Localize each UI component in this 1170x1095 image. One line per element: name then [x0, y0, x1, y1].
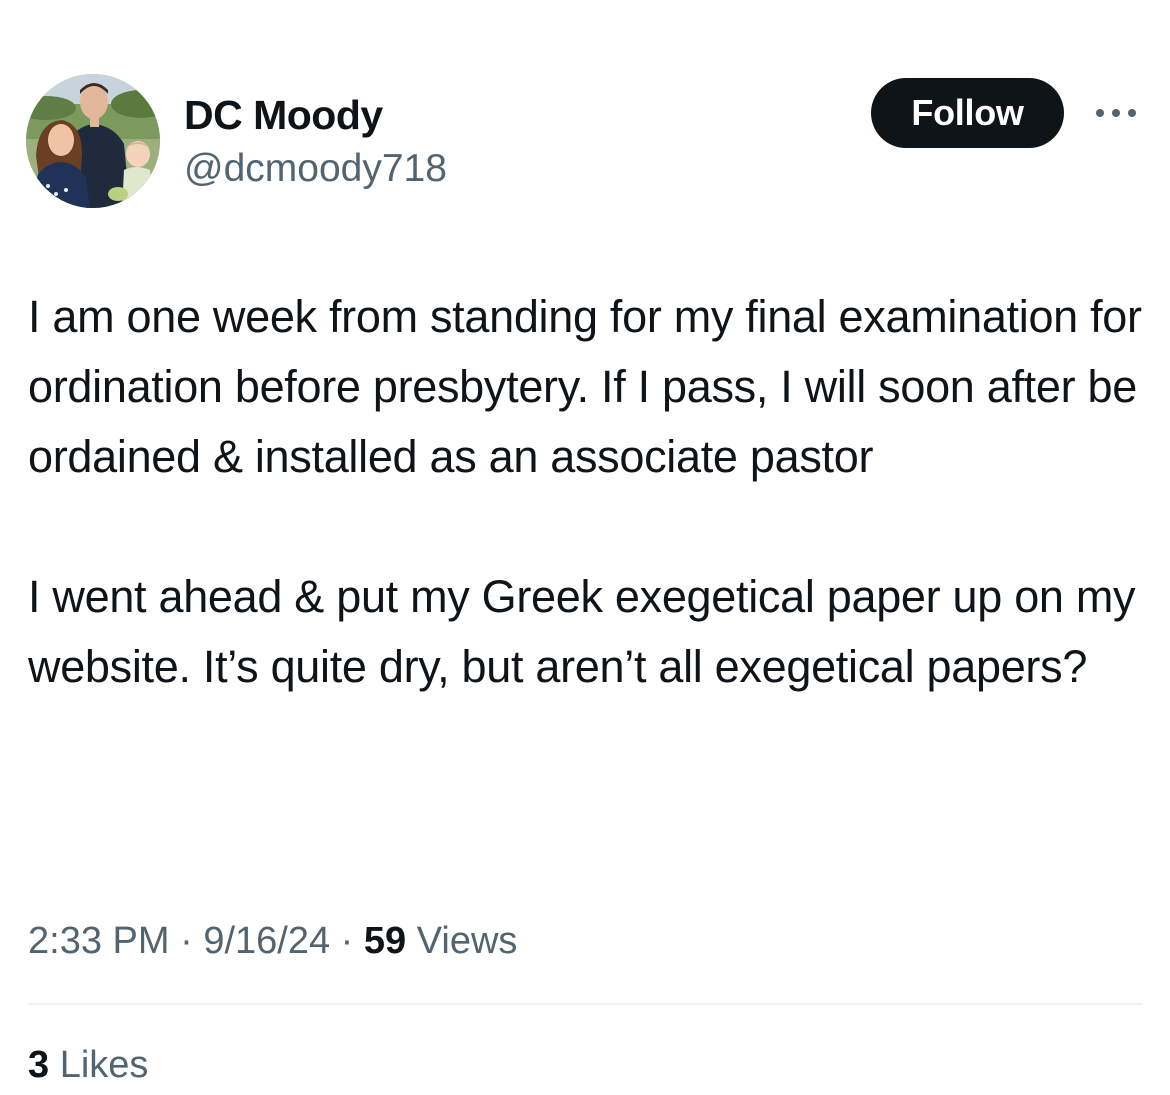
meta-separator: · — [169, 920, 204, 962]
author-handle[interactable]: @dcmoody718 — [184, 144, 447, 194]
meta-separator: · — [330, 920, 364, 962]
tweet-date[interactable]: 9/16/24 — [203, 920, 330, 962]
family-photo-avatar — [26, 74, 160, 208]
tweet-time[interactable]: 2:33 PM — [28, 920, 170, 962]
tweet-text: I am one week from standing for my final… — [28, 282, 1148, 702]
likes-count: 3 — [28, 1044, 50, 1086]
tweet-meta: 2:33 PM · 9/16/24 · 59 Views — [28, 914, 517, 968]
author-avatar[interactable] — [26, 74, 160, 208]
likes-label: Likes — [59, 1044, 149, 1086]
views-label: Views — [416, 920, 518, 962]
more-dots-icon[interactable] — [1092, 104, 1140, 122]
tweet-paragraph: I went ahead & put my Greek exegetical p… — [28, 571, 1136, 692]
tweet-card: DC Moody @dcmoody718 Follow I am one wee… — [0, 0, 1170, 1095]
follow-button[interactable]: Follow — [871, 78, 1064, 148]
views-count: 59 — [363, 920, 407, 962]
tweet-paragraph: I am one week from standing for my final… — [28, 291, 1142, 482]
divider — [28, 1003, 1143, 1005]
author-display-name[interactable]: DC Moody — [184, 90, 383, 140]
likes-link[interactable]: 3 Likes — [28, 1038, 148, 1092]
